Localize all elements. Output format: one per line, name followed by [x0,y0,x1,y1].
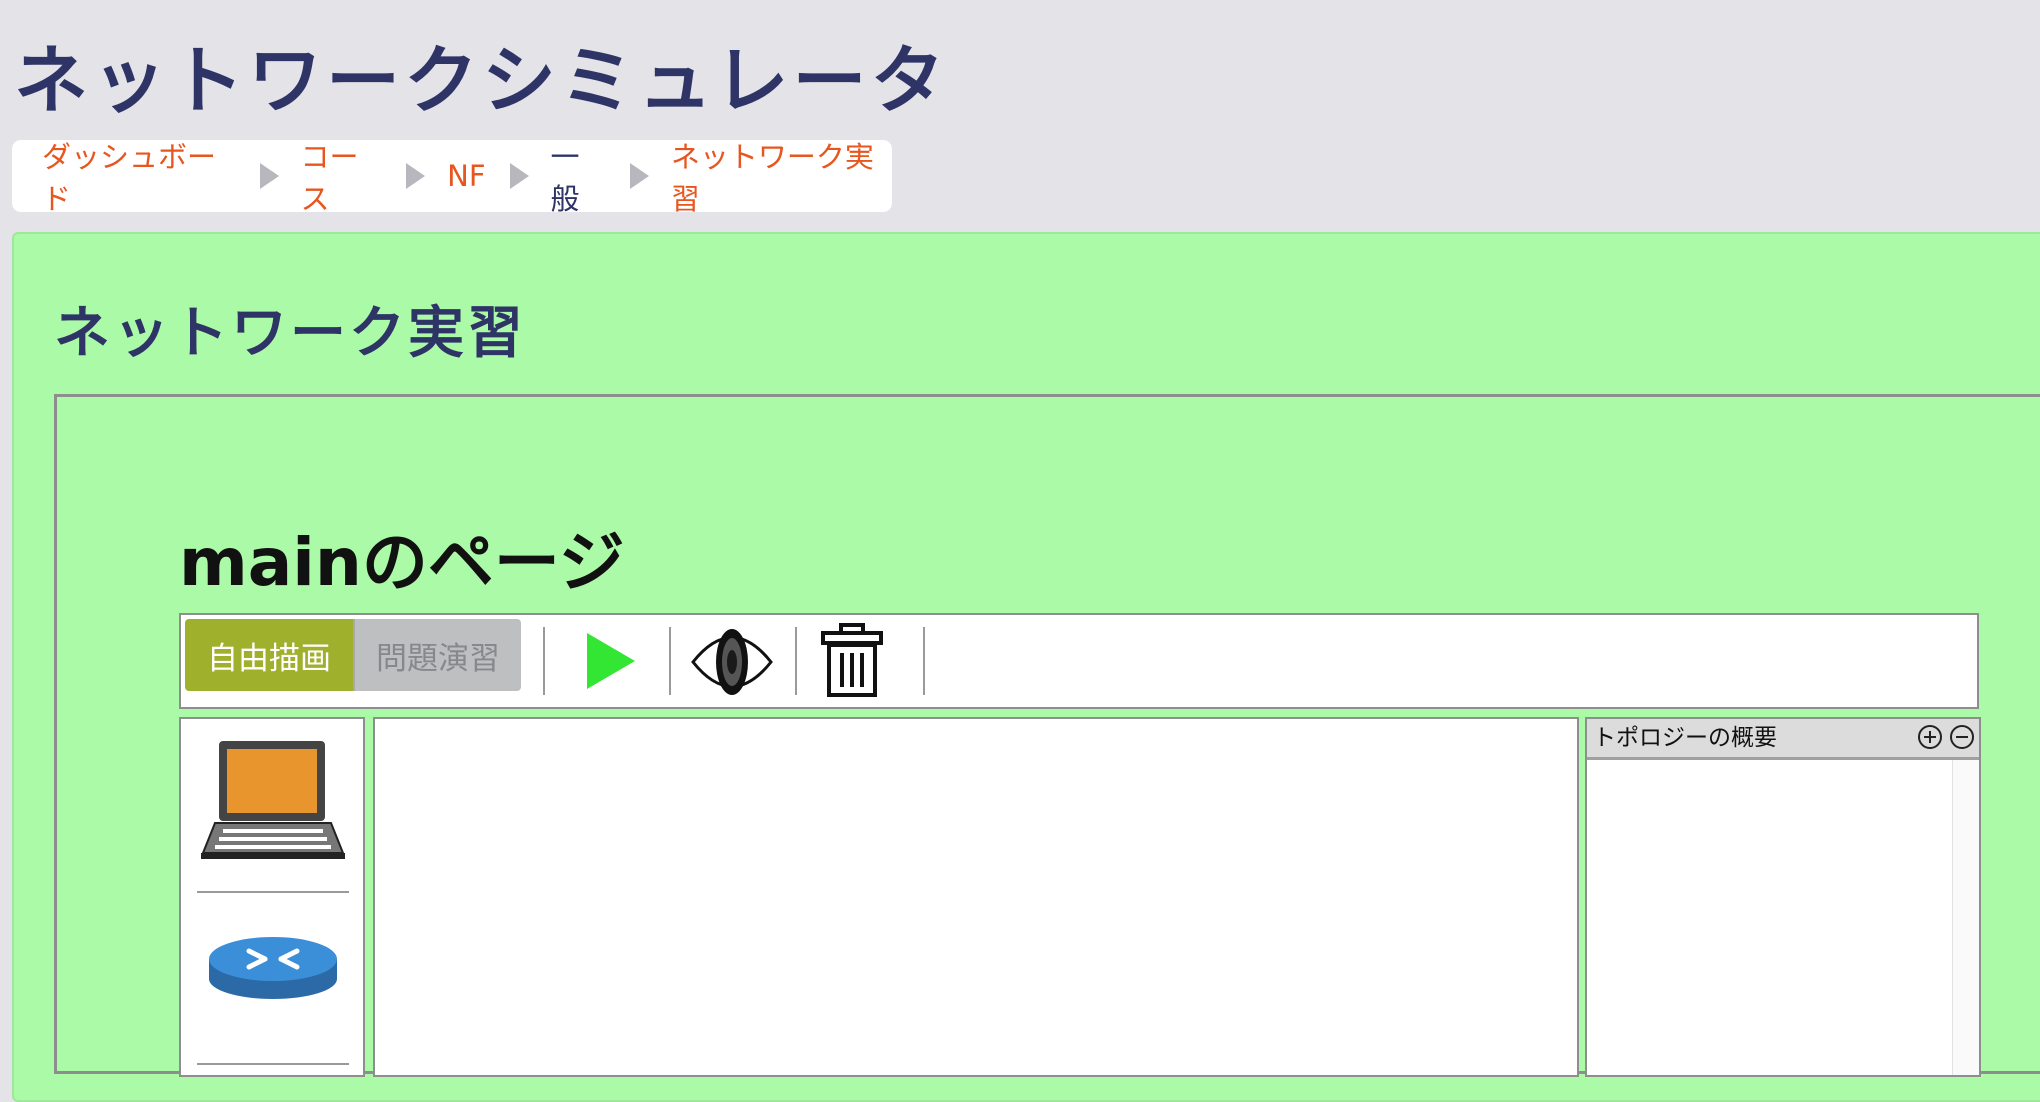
zoom-out-icon[interactable] [1949,724,1975,750]
eye-icon[interactable] [689,621,775,707]
topology-canvas[interactable] [373,717,1579,1077]
overview-header: トポロジーの概要 [1587,719,1979,760]
toolbar-divider [669,627,671,695]
breadcrumb-section-general: 一般 [550,140,580,216]
play-icon[interactable] [573,625,643,701]
breadcrumb-course-nf[interactable]: NF [447,159,485,193]
free-draw-mode-button[interactable]: 自由描画 [185,619,353,691]
mode-toggle-group: 自由描画 問題演習 [185,619,521,691]
simulator-toolbar: 自由描画 問題演習 [179,613,1979,709]
overview-title: トポロジーの概要 [1593,725,1777,751]
trash-icon[interactable] [817,623,887,703]
site-title: ネットワークシミュレータ [14,38,949,124]
overview-scrollbar[interactable] [1952,760,1979,1075]
breadcrumb: ダッシュボード コース NF 一般 ネットワーク実習 [12,140,892,216]
breadcrumb-separator-icon [259,163,279,189]
toolbar-divider [923,627,925,695]
exercise-mode-button[interactable]: 問題演習 [353,619,521,691]
toolbar-divider [795,627,797,695]
topology-overview-panel: トポロジーの概要 [1585,717,1981,1077]
breadcrumb-dashboard[interactable]: ダッシュボード [42,134,236,218]
main-content-panel: ネットワーク実習 mainのページ 自由描画 問題演習 トポロジーの概要 [12,232,2040,1102]
palette-divider [197,1063,349,1065]
zoom-in-icon[interactable] [1917,724,1943,750]
router-icon[interactable] [207,929,339,1009]
breadcrumb-separator-icon [629,163,649,189]
page-heading: mainのページ [179,524,625,601]
simulator-frame: mainのページ 自由描画 問題演習 トポロジーの概要 [54,394,2040,1077]
device-palette [179,717,365,1077]
breadcrumb-separator-icon [406,163,426,189]
activity-title: ネットワーク実習 [54,301,526,366]
breadcrumb-courses[interactable]: コース [301,134,383,218]
breadcrumb-network-lab[interactable]: ネットワーク実習 [671,134,892,218]
laptop-icon[interactable] [201,737,345,865]
palette-divider [197,891,349,893]
breadcrumb-separator-icon [509,163,529,189]
toolbar-divider [543,627,545,695]
